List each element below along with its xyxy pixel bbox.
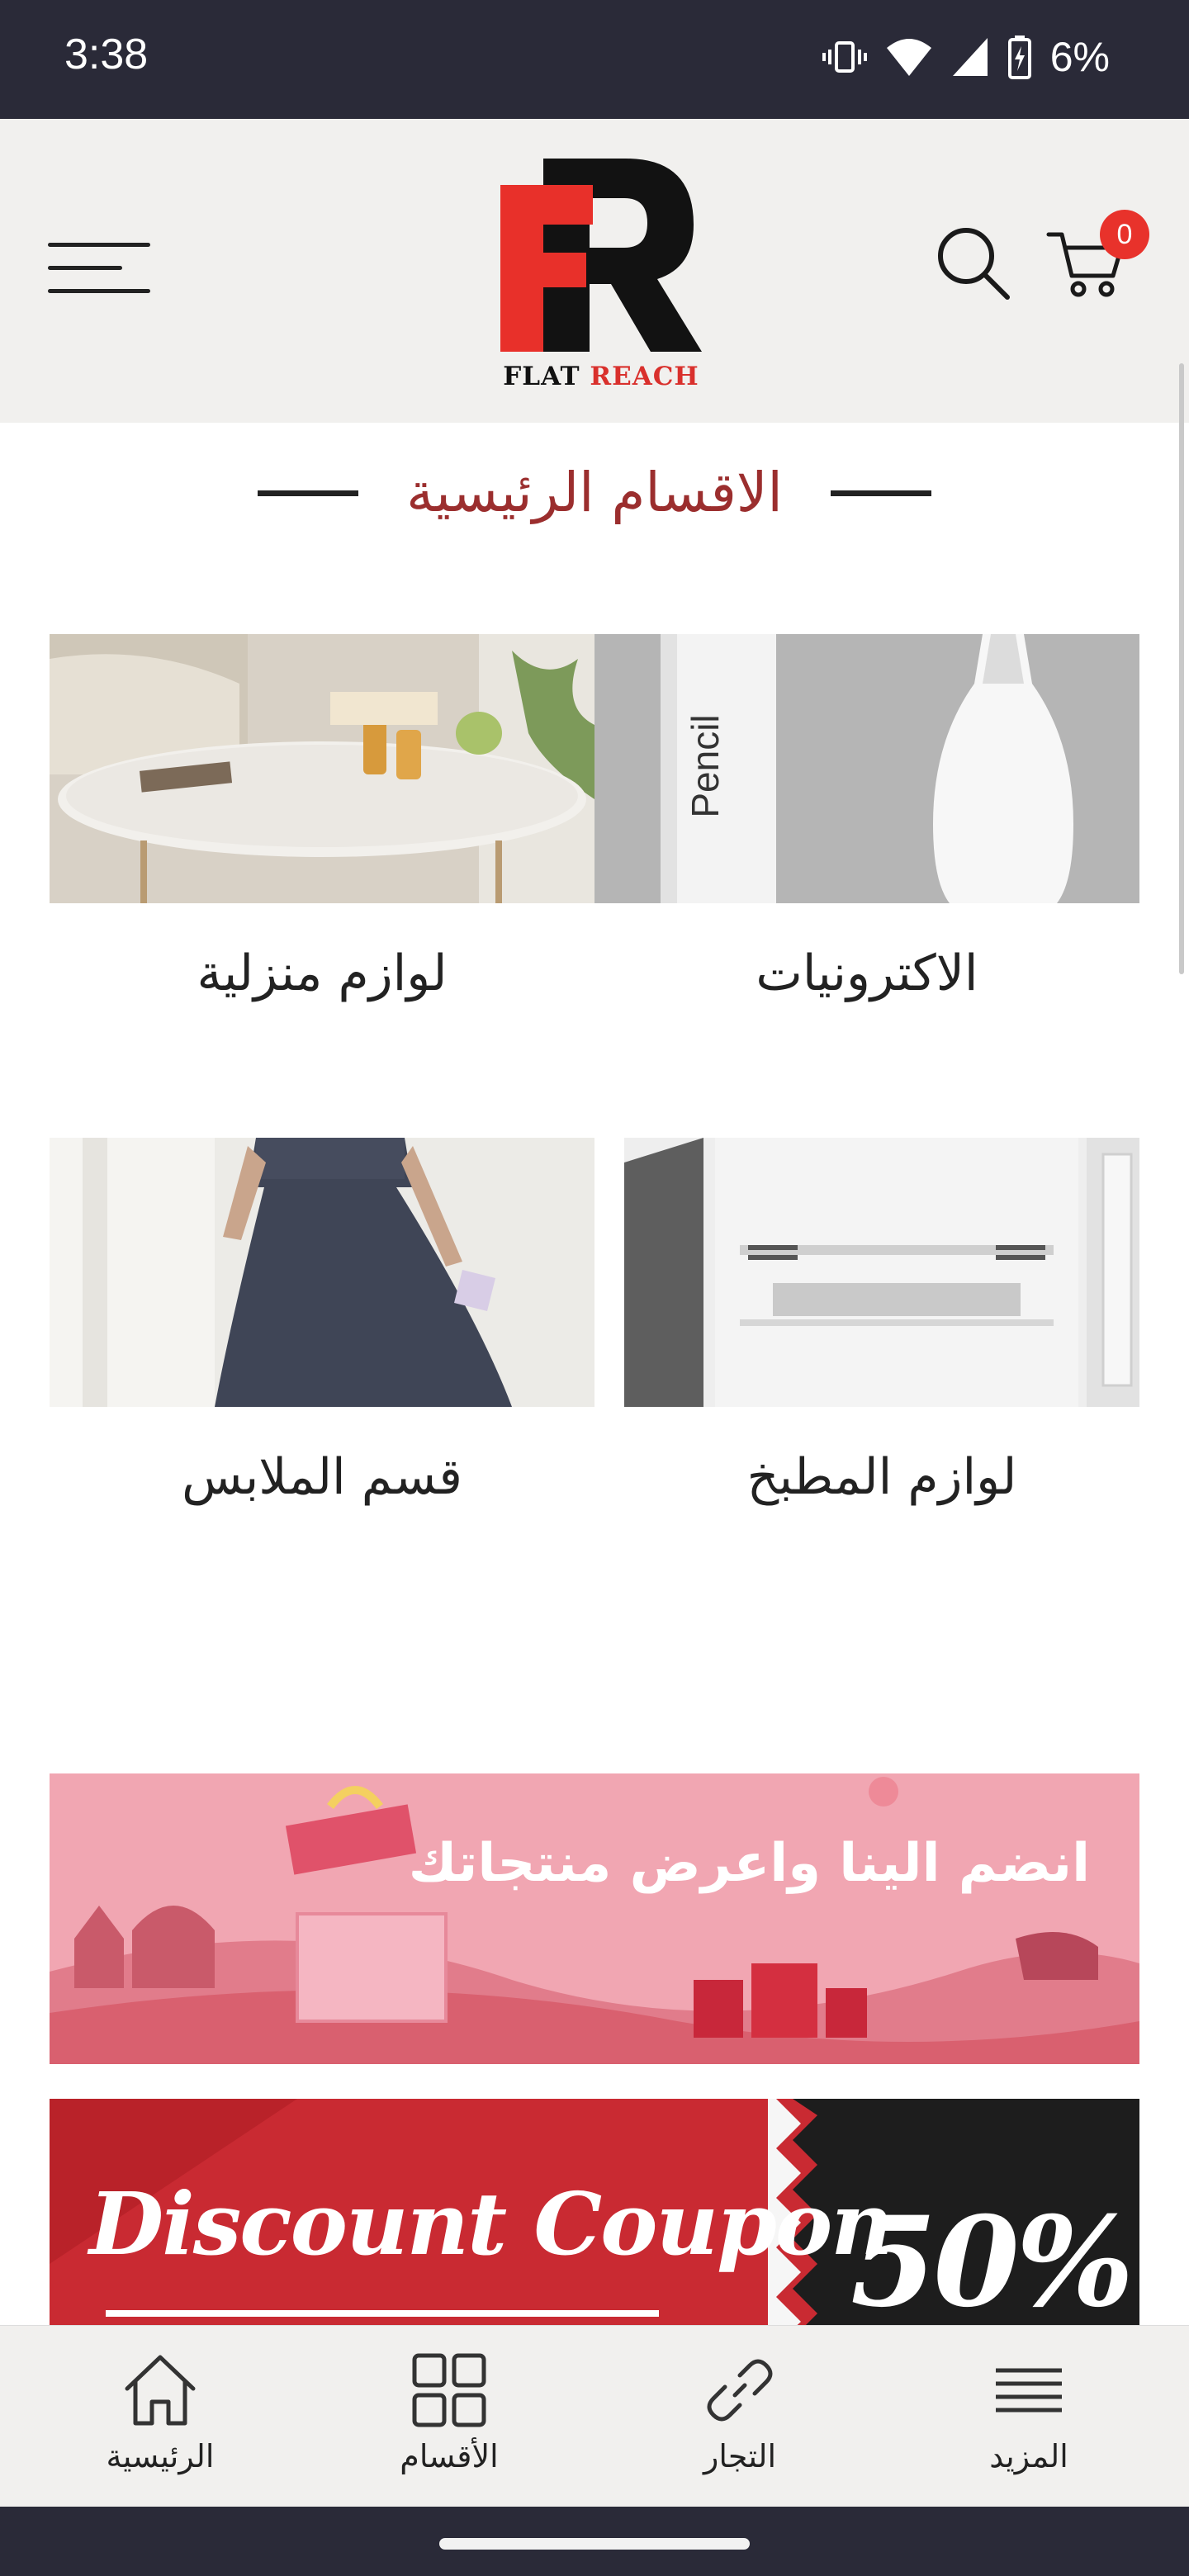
dress-image (50, 1138, 594, 1407)
living-room-table-image (50, 634, 594, 903)
flat-reach-logo[interactable]: FLAT REACH (486, 155, 717, 395)
join-banner-text: انضم الينا واعرض منتجاتك (408, 1833, 1090, 1894)
more-lines-icon (996, 2368, 1062, 2413)
menu-icon-line-1 (48, 243, 150, 247)
battery-percent: 6% (1049, 34, 1110, 80)
section-title: الاقسام الرئيسية (406, 461, 783, 524)
category-image-home-supplies (50, 634, 594, 903)
nav-more[interactable]: المزيد (930, 2351, 1128, 2491)
vibrate-icon (822, 41, 867, 73)
app-header: FLAT REACH (0, 119, 1189, 423)
logo-wordmark: FLAT REACH (486, 362, 717, 391)
grid-icon (412, 2353, 486, 2427)
nav-categories[interactable]: الأقسام (350, 2351, 548, 2491)
signal-icon (952, 38, 988, 76)
search-icon (938, 228, 1010, 300)
pencil-product-image: Pencil (594, 634, 1139, 903)
category-kitchen[interactable]: لوازم المطبخ (624, 1138, 1139, 1534)
title-divider-right (831, 490, 931, 496)
discount-coupon-banner[interactable]: Discount Coupon 50% (50, 2099, 1139, 2338)
battery-charging-icon (1007, 36, 1031, 79)
wifi-icon (886, 39, 931, 76)
status-time: 3:38 (64, 31, 149, 78)
search-button[interactable] (933, 223, 1012, 302)
system-gesture-bar (0, 2507, 1189, 2576)
category-label-kitchen: لوازم المطبخ (746, 1448, 1017, 1506)
nav-categories-label: الأقسام (400, 2438, 499, 2474)
join-banner-art (50, 1773, 1139, 2064)
logo-flat: FLAT (503, 362, 580, 391)
category-label-home-supplies: لوازم منزلية (197, 945, 448, 1002)
menu-button[interactable] (48, 239, 150, 296)
nav-more-label: المزيد (989, 2438, 1068, 2474)
status-icons: 6% (822, 33, 1110, 81)
nav-merchants-label: التجار (703, 2438, 777, 2474)
cart-count-badge: 0 (1100, 210, 1149, 259)
refrigerator-image (624, 1138, 1139, 1407)
coupon-banner-title: Discount Coupon (89, 2173, 893, 2275)
nav-merchants[interactable]: التجار (641, 2351, 839, 2491)
category-electronics[interactable]: Pencil الاكترونيات (594, 634, 1139, 1030)
menu-icon-line-2 (48, 266, 122, 270)
logo-mark (500, 159, 702, 352)
category-image-electronics: Pencil (594, 634, 1139, 903)
nav-home-label: الرئيسية (106, 2438, 215, 2474)
section-header: الاقسام الرئيسية (0, 452, 1189, 535)
bottom-navigation: الرئيسية الأقسام التجار المزيد (0, 2325, 1189, 2507)
category-clothes[interactable]: قسم الملابس (50, 1138, 594, 1534)
home-icon (125, 2355, 196, 2426)
category-image-clothes (50, 1138, 594, 1407)
status-bar: 3:38 6% (0, 0, 1189, 119)
category-image-kitchen (624, 1138, 1139, 1407)
svg-text:Pencil: Pencil (684, 714, 727, 817)
link-icon (707, 2359, 773, 2422)
join-us-banner[interactable]: انضم الينا واعرض منتجاتك (50, 1773, 1139, 2064)
logo-reach: REACH (590, 362, 699, 391)
category-label-clothes: قسم الملابس (182, 1448, 462, 1506)
category-label-electronics: الاكترونيات (756, 945, 978, 1002)
home-gesture-handle[interactable] (439, 2538, 750, 2550)
category-home-supplies[interactable]: لوازم منزلية (50, 634, 594, 1030)
coupon-banner-percent: 50% (850, 2190, 1134, 2335)
menu-icon-line-3 (48, 289, 150, 293)
nav-home[interactable]: الرئيسية (61, 2351, 259, 2491)
